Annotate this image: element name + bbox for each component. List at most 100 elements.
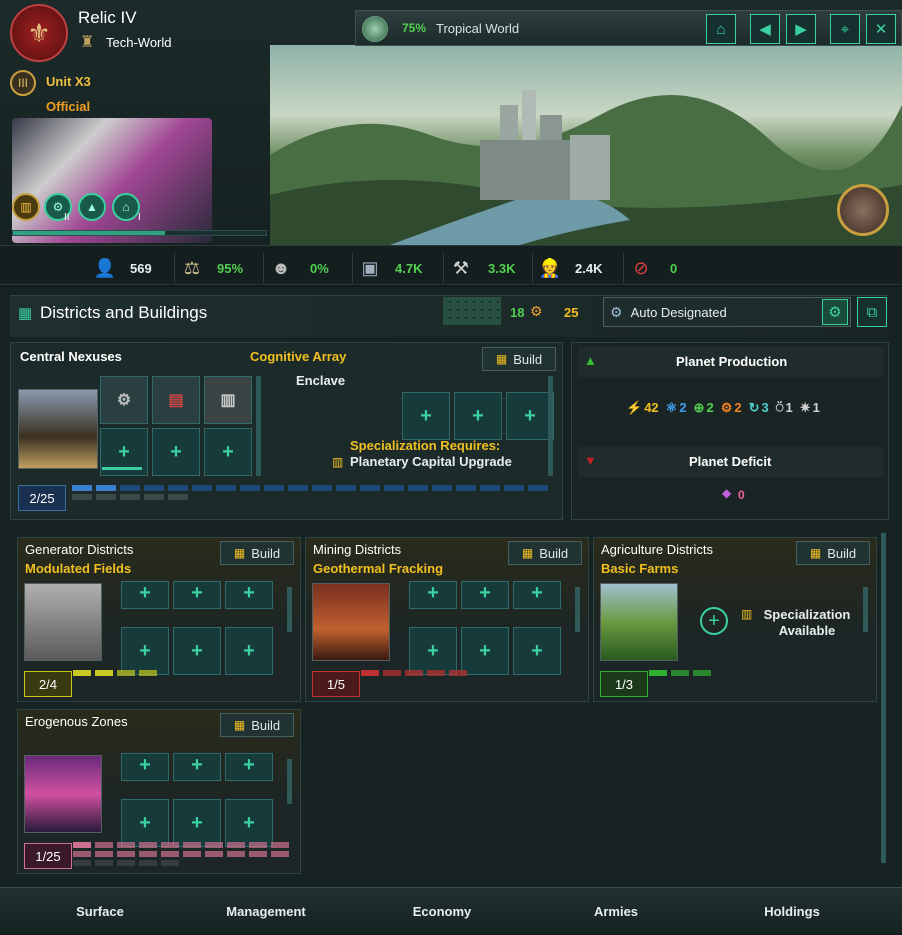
add-building-slot[interactable]: + [409, 627, 457, 675]
production-item[interactable]: ⍥ 1 [776, 400, 793, 416]
devastation-icon: ⊘ [633, 257, 649, 278]
ruler-portrait[interactable] [12, 118, 212, 243]
central-build-button[interactable]: ▦ Build [482, 347, 556, 371]
building-slot-filled[interactable]: ▤ [152, 376, 200, 424]
add-building-slot[interactable]: + [152, 428, 200, 476]
production-item[interactable]: ⊕ 2 [694, 400, 714, 416]
stat-pops[interactable]: 👤 569 [92, 258, 174, 279]
tab-surface[interactable]: Surface [0, 888, 200, 935]
production-item[interactable]: ↻ 3 [749, 400, 769, 416]
designation-dropdown[interactable]: ⚙ Auto Designated [603, 297, 851, 327]
add-building-slot[interactable]: + [454, 392, 502, 440]
ruler-rank-icon[interactable]: ▥ [12, 193, 40, 221]
district-specialization[interactable]: Basic Farms [601, 561, 678, 576]
stat-crime[interactable]: ☻ 0% [264, 258, 352, 279]
district-title: Erogenous Zones [25, 714, 128, 729]
trait-2-icon[interactable]: ▲ [78, 193, 106, 221]
tab-economy[interactable]: Economy [352, 888, 532, 935]
district-specialization[interactable]: Geothermal Fracking [313, 561, 443, 576]
scrollbar[interactable] [287, 759, 292, 804]
stat-jobs[interactable]: ⚒ 3.3K [444, 258, 532, 279]
central-district-image[interactable] [18, 389, 98, 469]
add-building-slot[interactable]: + [173, 627, 221, 675]
planet-name[interactable]: Relic IV [78, 8, 137, 28]
add-building-slot[interactable]: + [506, 392, 554, 440]
next-planet-button[interactable]: ▶ [786, 14, 816, 44]
species-portrait[interactable] [837, 184, 889, 236]
building-slot-filled[interactable]: ▥ [204, 376, 252, 424]
close-button[interactable]: ✕ [866, 14, 896, 44]
scrollbar[interactable] [548, 376, 553, 476]
production-item[interactable]: ⚛ 2 [666, 400, 687, 416]
stat-stability[interactable]: ⚖ 95% [175, 258, 263, 279]
central-capacity-bar [72, 485, 552, 500]
tab-armies[interactable]: Armies [526, 888, 706, 935]
trait-3-icon[interactable]: ⌂ [112, 193, 140, 221]
pop-icon: 👤 [93, 257, 117, 278]
add-building-slot[interactable]: + [225, 799, 273, 847]
tab-management[interactable]: Management [176, 888, 356, 935]
stat-devastation[interactable]: ⊘ 0 [624, 258, 704, 279]
add-building-slot[interactable]: + [402, 392, 450, 440]
district-build-button[interactable]: ▦ Build [508, 541, 582, 565]
add-specialization-icon[interactable]: + [700, 607, 728, 635]
scrollbar[interactable] [575, 587, 580, 632]
empire-emblem[interactable]: ⚜ [10, 4, 68, 62]
district-build-button[interactable]: ▦ Build [220, 541, 294, 565]
add-building-slot[interactable]: + [225, 627, 273, 675]
capacity-segment [408, 485, 428, 491]
stat-housing[interactable]: 👷 2.4K [533, 258, 623, 279]
scrollbar[interactable] [256, 376, 261, 476]
tab-holdings[interactable]: Holdings [702, 888, 882, 935]
central-specialization[interactable]: Cognitive Array [250, 349, 346, 364]
ruler-title: Official [46, 99, 91, 114]
add-building-slot[interactable]: + [204, 428, 252, 476]
add-building-slot[interactable]: + [121, 581, 169, 609]
district-build-button[interactable]: ▦ Build [220, 713, 294, 737]
production-item[interactable]: ⚙ 2 [721, 400, 742, 416]
stat-amenities[interactable]: ▣ 4.7K [353, 258, 443, 279]
add-building-slot[interactable]: + [225, 753, 273, 781]
add-building-slot[interactable]: + [121, 627, 169, 675]
add-building-slot[interactable]: + [513, 627, 561, 675]
capacity-segment [249, 842, 267, 848]
production-item[interactable]: ✷ 1 [800, 400, 820, 416]
scrollbar[interactable] [287, 587, 292, 632]
capital-icon[interactable]: ⌂ [706, 14, 736, 44]
specialization-available-label[interactable]: Specialization Available [759, 607, 855, 639]
capacity-segment [693, 670, 711, 676]
add-building-slot[interactable]: + [173, 753, 221, 781]
add-building-slot[interactable]: + [173, 799, 221, 847]
panel-scrollbar[interactable] [881, 533, 886, 863]
building-slot-filled[interactable]: ⚙ [100, 376, 148, 424]
add-building-slot[interactable]: + [461, 581, 509, 609]
focus-camera-button[interactable]: ⌖ [830, 14, 860, 44]
capital-upgrade-icon: ▥ [332, 455, 344, 469]
designation-settings-button[interactable]: ⚙ [822, 299, 848, 325]
add-building-slot[interactable]: + [121, 799, 169, 847]
capacity-segment [360, 485, 380, 491]
add-building-slot[interactable]: + [409, 581, 457, 609]
district-image[interactable] [312, 583, 390, 661]
district-image[interactable] [24, 755, 102, 833]
district-image[interactable] [600, 583, 678, 661]
capacity-segment [383, 670, 401, 676]
district-build-button[interactable]: ▦ Build [796, 541, 870, 565]
add-building-slot[interactable]: + [121, 753, 169, 781]
production-item[interactable]: ⚡ 42 [626, 400, 659, 416]
capacity-segment [649, 670, 667, 676]
capacity-segment [480, 485, 500, 491]
district-specialization[interactable]: Modulated Fields [25, 561, 131, 576]
expand-view-button[interactable]: ⧉ [857, 297, 887, 327]
landscape-art [270, 90, 902, 245]
add-building-slot[interactable]: + [461, 627, 509, 675]
add-building-slot[interactable]: + [513, 581, 561, 609]
add-building-slot[interactable]: + [173, 581, 221, 609]
add-building-slot[interactable]: + [225, 581, 273, 609]
build-icon: ▦ [233, 718, 246, 732]
scrollbar[interactable] [863, 587, 868, 632]
previous-planet-button[interactable]: ◀ [750, 14, 780, 44]
capacity-segment [240, 485, 260, 491]
ruler-name[interactable]: Unit X3 [46, 74, 91, 89]
district-image[interactable] [24, 583, 102, 661]
